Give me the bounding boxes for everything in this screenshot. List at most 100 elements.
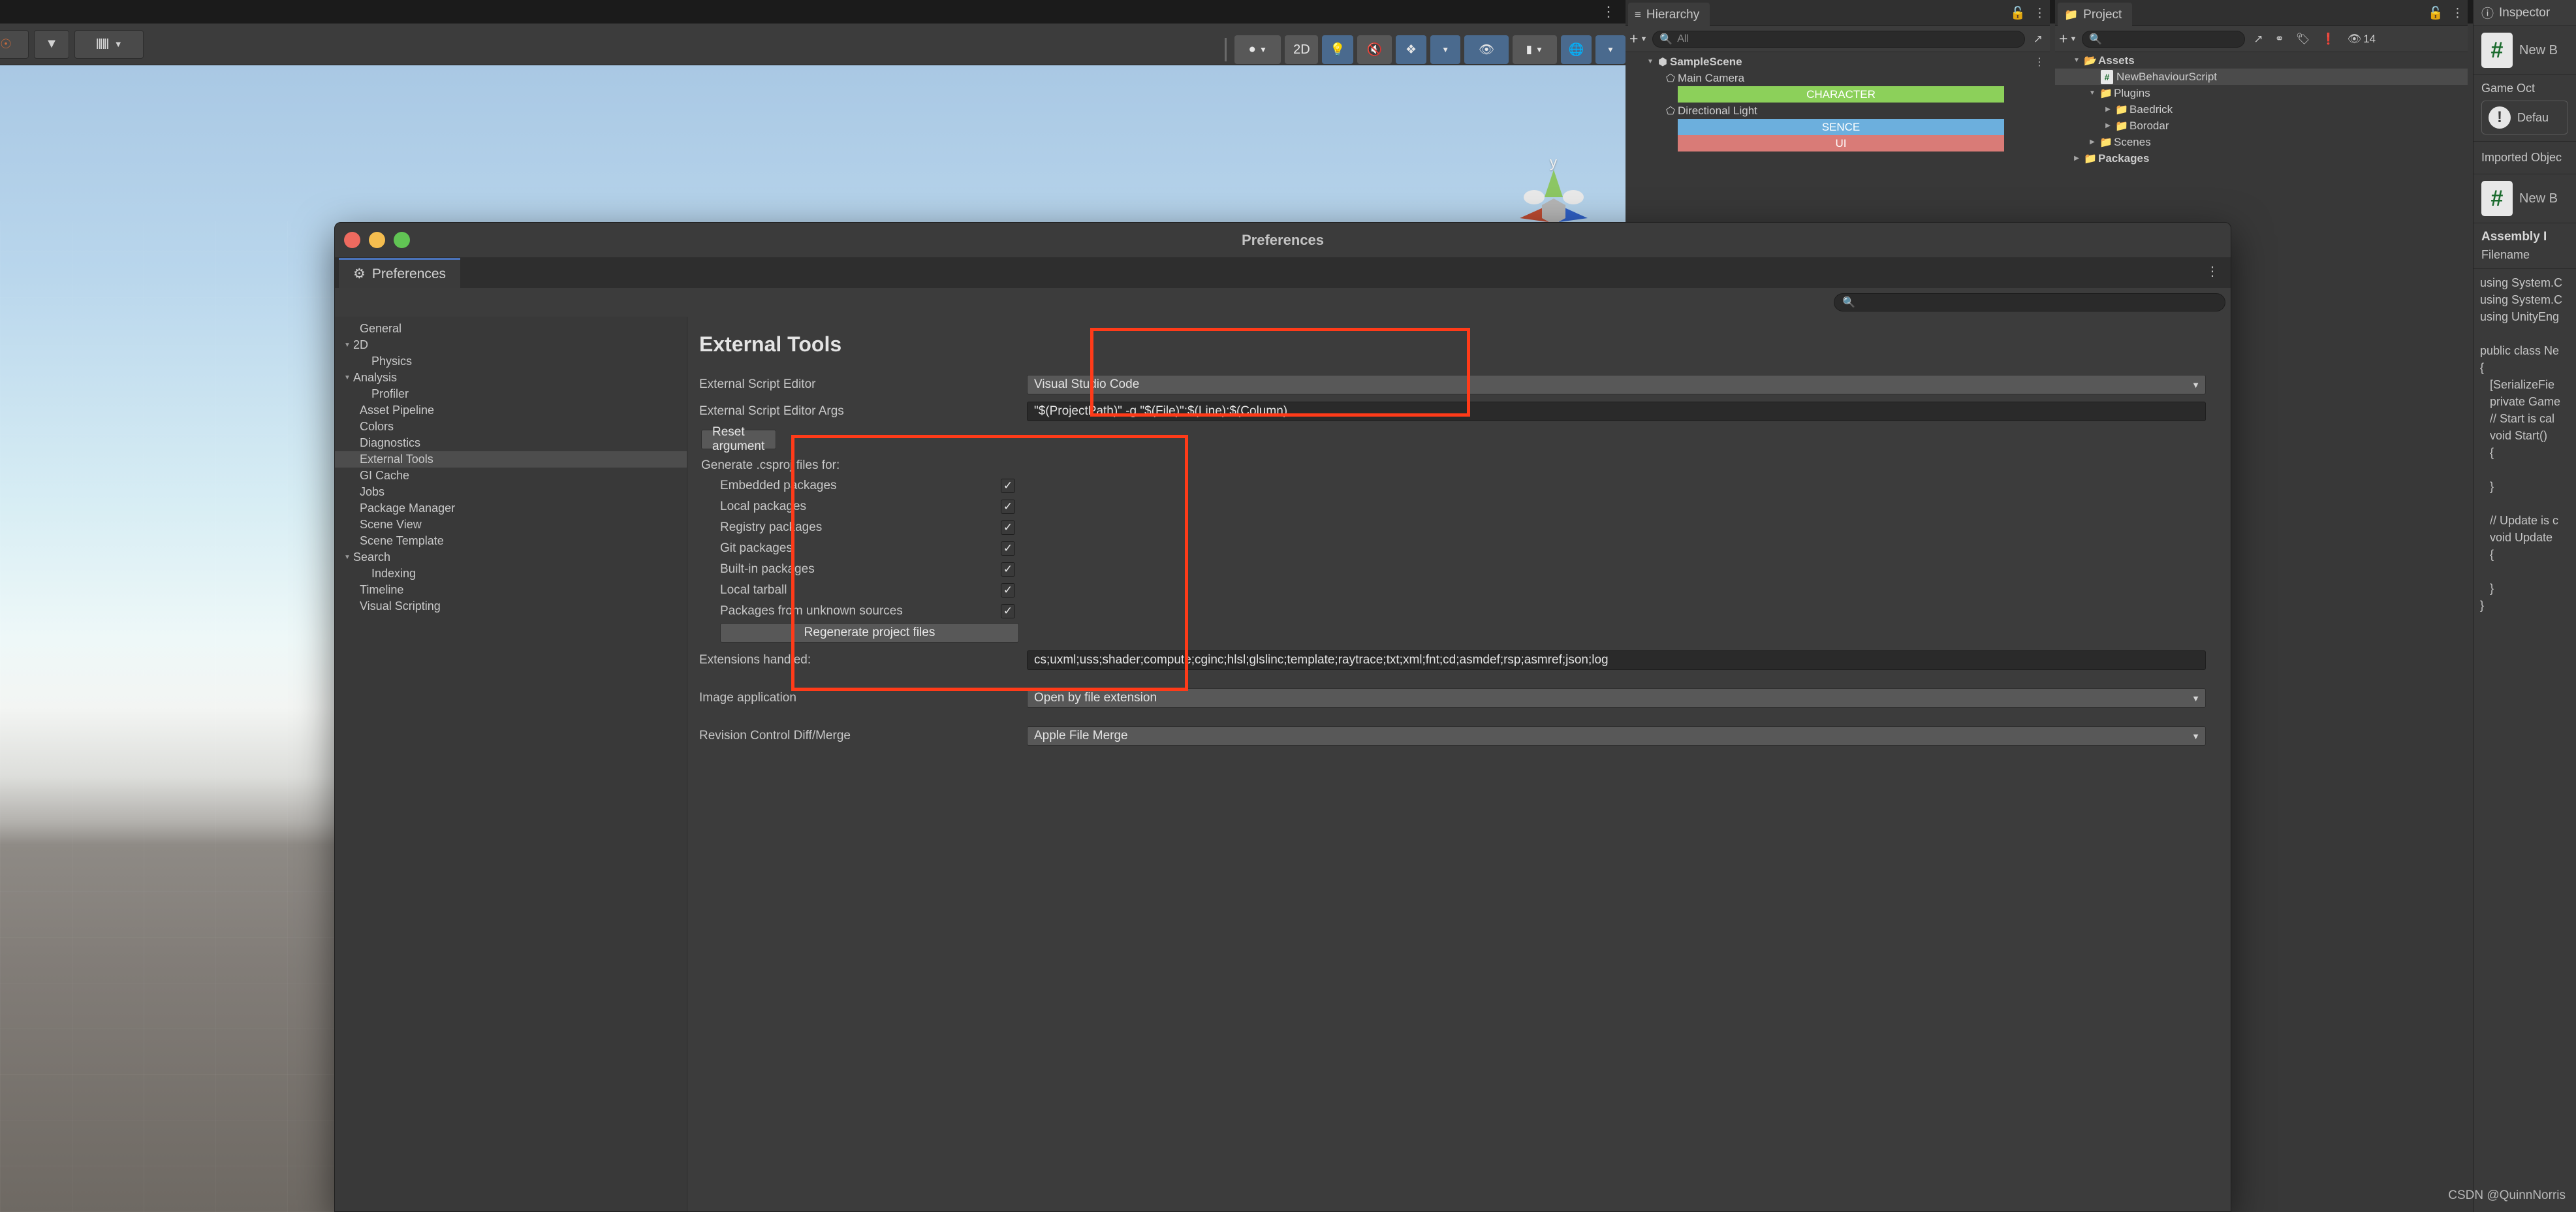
asset-filter-icon[interactable]: ⚭ — [2272, 33, 2287, 46]
sidebar-item-physics[interactable]: Physics — [335, 353, 687, 370]
tab-inspector[interactable]: ⓘ Inspector — [2474, 0, 2576, 26]
sidebar-item-search[interactable]: ▼ Search — [335, 549, 687, 566]
image-application-dropdown[interactable]: Open by file extension ▼ — [1027, 688, 2206, 708]
sidebar-item-diagnostics[interactable]: Diagnostics — [335, 435, 687, 451]
project-row-baedrick[interactable]: ▶ 📁 Baedrick — [2055, 101, 2468, 118]
external-script-editor-dropdown[interactable]: Visual Studio Code ▼ — [1027, 375, 2206, 394]
draw-mode-dropdown[interactable]: ● ▼ — [1234, 35, 1281, 64]
chevron-down-icon[interactable]: ▼ — [2071, 57, 2082, 64]
chevron-right-icon[interactable]: ▶ — [2086, 138, 2098, 146]
lock-icon[interactable]: 🔓 — [2428, 5, 2443, 21]
project-search-input[interactable]: 🔍 — [2082, 30, 2246, 48]
sidebar-item-analysis[interactable]: ▼ Analysis — [335, 370, 687, 386]
fx-dropdown[interactable]: ▼ — [1430, 35, 1461, 64]
tab-project[interactable]: 📁 Project — [2058, 3, 2133, 26]
preferences-titlebar[interactable]: Preferences — [335, 223, 2231, 258]
sidebar-item-package-manager[interactable]: Package Manager — [335, 500, 687, 517]
hierarchy-overflow-icon[interactable]: ⋮ — [2034, 6, 2046, 21]
2d-toggle[interactable]: 2D — [1285, 35, 1319, 64]
chevron-down-icon[interactable]: ▼ — [341, 554, 353, 561]
hidden-objects-toggle[interactable]: 👁 — [1464, 35, 1509, 64]
reset-argument-button[interactable]: Reset argument — [701, 425, 776, 453]
revision-control-dropdown[interactable]: Apple File Merge ▼ — [1027, 726, 2206, 746]
layers-dropdown[interactable]: ‖‖‖ ▼ — [74, 29, 144, 59]
minimize-button[interactable] — [369, 232, 385, 248]
lock-icon[interactable]: 🔓 — [2010, 5, 2026, 21]
sidebar-item-2d[interactable]: ▼ 2D — [335, 337, 687, 353]
checkbox-registry-packages[interactable]: ✓ — [1001, 520, 1015, 535]
project-row-assets[interactable]: ▼ 📂 Assets — [2055, 52, 2468, 69]
hierarchy-row-menu-icon[interactable]: ⋮ — [2034, 56, 2045, 69]
label-filter-icon[interactable]: 🏷 — [2293, 33, 2314, 46]
maximize-button[interactable] — [394, 232, 410, 248]
chevron-down-icon[interactable]: ▼ — [341, 342, 353, 349]
close-button[interactable] — [344, 232, 360, 248]
cloud-dropdown[interactable]: ▼ — [34, 29, 69, 59]
chevron-right-icon[interactable]: ▶ — [2102, 106, 2114, 113]
chevron-down-icon[interactable]: ▼ — [341, 374, 353, 381]
lighting-toggle[interactable]: 💡 — [1322, 35, 1353, 64]
hierarchy-row-directional-light[interactable]: ⬠ Directional Light — [1626, 103, 2050, 119]
create-asset-button[interactable]: + ▼ — [2059, 30, 2077, 48]
checkbox-row-git-packages[interactable]: Git packages ✓ — [699, 538, 2231, 559]
hierarchy-row-main-camera[interactable]: ⬠ Main Camera — [1626, 70, 2050, 86]
hierarchy-band-character[interactable]: CHARACTER — [1678, 86, 2004, 103]
checkbox-row-unknown-sources[interactable]: Packages from unknown sources ✓ — [699, 601, 2231, 622]
project-row-borodar[interactable]: ▶ 📁 Borodar — [2055, 118, 2468, 134]
chevron-down-icon[interactable]: ▼ — [1645, 58, 1656, 65]
external-script-editor-args-input[interactable]: "$(ProjectPath)" -g "$(File)":$(Line):$(… — [1027, 402, 2206, 421]
sidebar-item-jobs[interactable]: Jobs — [335, 484, 687, 500]
hidden-assets-toggle[interactable]: 👁 14 — [2344, 33, 2380, 46]
extensions-handled-input[interactable]: cs;uxml;uss;shader;compute;cginc;hlsl;gl… — [1027, 650, 2206, 670]
preferences-overflow-icon[interactable]: ⋮ — [2206, 263, 2219, 279]
account-button[interactable]: ☉ — [0, 29, 29, 59]
sidebar-item-general[interactable]: General — [335, 321, 687, 337]
sidebar-item-asset-pipeline[interactable]: Asset Pipeline — [335, 402, 687, 419]
checkbox-embedded-packages[interactable]: ✓ — [1001, 479, 1015, 493]
checkbox-git-packages[interactable]: ✓ — [1001, 541, 1015, 556]
sidebar-item-timeline[interactable]: Timeline — [335, 582, 687, 598]
checkbox-row-builtin-packages[interactable]: Built-in packages ✓ — [699, 559, 2231, 580]
project-row-newbehaviourscript[interactable]: # NewBehaviourScript — [2055, 69, 2468, 85]
default-reference-field[interactable]: ! Defau — [2481, 101, 2568, 135]
toolbar-drag-handle[interactable] — [1225, 38, 1227, 61]
regenerate-project-files-button[interactable]: Regenerate project files — [720, 623, 1019, 643]
hierarchy-band-ui[interactable]: UI — [1678, 135, 2004, 152]
checkbox-row-local-tarball[interactable]: Local tarball ✓ — [699, 580, 2231, 601]
checkbox-row-embedded-packages[interactable]: Embedded packages ✓ — [699, 475, 2231, 496]
sidebar-item-scene-view[interactable]: Scene View — [335, 517, 687, 533]
project-popout-icon[interactable]: ↗ — [2250, 33, 2266, 46]
tab-preferences[interactable]: ⚙ Preferences — [339, 258, 461, 288]
checkbox-row-local-packages[interactable]: Local packages ✓ — [699, 496, 2231, 517]
checkbox-local-packages[interactable]: ✓ — [1001, 500, 1015, 514]
gizmos-dropdown[interactable]: ▼ — [1595, 35, 1626, 64]
tab-hierarchy[interactable]: ≡ Hierarchy — [1628, 3, 1710, 26]
checkbox-unknown-sources[interactable]: ✓ — [1001, 604, 1015, 618]
chevron-right-icon[interactable]: ▶ — [2071, 155, 2082, 162]
chevron-down-icon[interactable]: ▼ — [2086, 89, 2098, 97]
camera-dropdown[interactable]: ▮ ▼ — [1512, 35, 1557, 64]
hierarchy-popout-icon[interactable]: ↗ — [2030, 33, 2046, 46]
project-row-plugins[interactable]: ▼ 📁 Plugins — [2055, 85, 2468, 101]
sidebar-item-visual-scripting[interactable]: Visual Scripting — [335, 598, 687, 614]
preferences-search-input[interactable]: 🔍 — [1834, 293, 2225, 311]
hierarchy-band-sence[interactable]: SENCE — [1678, 119, 2004, 135]
warning-filter-icon[interactable]: ❗ — [2318, 33, 2338, 46]
add-gameobject-button[interactable]: + ▼ — [1629, 30, 1647, 48]
hierarchy-search-input[interactable]: 🔍 All — [1652, 30, 2025, 48]
checkbox-local-tarball[interactable]: ✓ — [1001, 583, 1015, 598]
project-row-scenes[interactable]: ▶ 📁 Scenes — [2055, 134, 2468, 150]
audio-toggle[interactable]: 🔇 — [1357, 35, 1392, 64]
sidebar-item-profiler[interactable]: Profiler — [335, 386, 687, 402]
checkbox-builtin-packages[interactable]: ✓ — [1001, 562, 1015, 577]
hierarchy-row-samplescene[interactable]: ▼ ⬢ SampleScene ⋮ — [1626, 54, 2050, 70]
project-row-packages[interactable]: ▶ 📁 Packages — [2055, 150, 2468, 167]
sidebar-item-colors[interactable]: Colors — [335, 419, 687, 435]
sidebar-item-external-tools[interactable]: External Tools — [335, 451, 687, 468]
fx-button[interactable]: ❖ — [1395, 35, 1427, 64]
sidebar-item-gi-cache[interactable]: GI Cache — [335, 468, 687, 484]
project-overflow-icon[interactable]: ⋮ — [2451, 6, 2464, 21]
checkbox-row-registry-packages[interactable]: Registry packages ✓ — [699, 517, 2231, 538]
sidebar-item-indexing[interactable]: Indexing — [335, 566, 687, 582]
gizmos-toggle[interactable]: 🌐 — [1560, 35, 1592, 64]
